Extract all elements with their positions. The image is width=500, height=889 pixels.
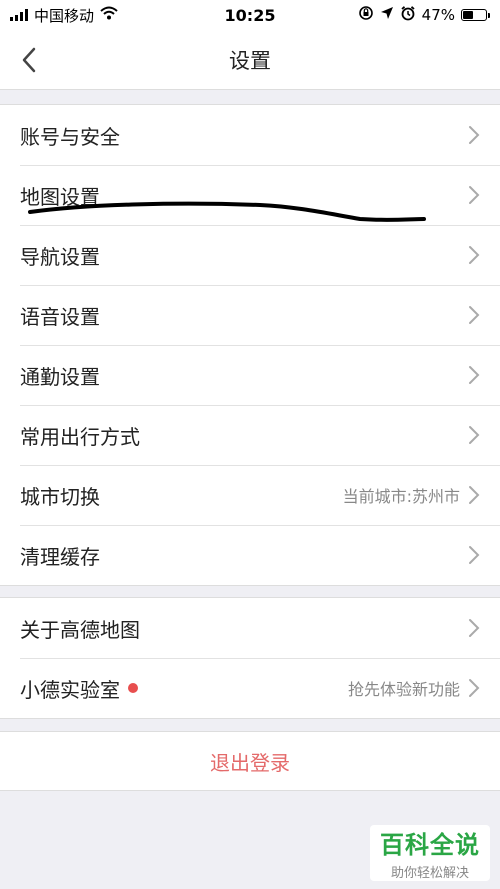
watermark-title: 百科全说 <box>380 831 480 859</box>
status-right: 47% <box>358 5 490 25</box>
status-bar: 中国移动 10:25 47% <box>0 0 500 30</box>
settings-item-travel-mode[interactable]: 常用出行方式 <box>0 405 500 465</box>
settings-item-clear-cache[interactable]: 清理缓存 <box>0 525 500 585</box>
settings-item-account-security[interactable]: 账号与安全 <box>0 105 500 165</box>
chevron-right-icon <box>468 125 482 145</box>
lab-label-wrap: 小德实验室 <box>20 674 138 703</box>
settings-item-label: 语音设置 <box>20 304 100 329</box>
logout-label: 退出登录 <box>210 750 290 775</box>
nav-bar: 设置 <box>0 30 500 90</box>
current-city-value: 当前城市:苏州市 <box>342 487 460 506</box>
settings-group-main: 账号与安全 地图设置 导航设置 语音设置 通勤设置 常用出行方式 城市切换 当前… <box>0 104 500 586</box>
settings-item-navigation[interactable]: 导航设置 <box>0 225 500 285</box>
rotation-lock-icon <box>358 5 374 25</box>
settings-item-commute[interactable]: 通勤设置 <box>0 345 500 405</box>
lab-hint-value: 抢先体验新功能 <box>347 680 460 699</box>
wifi-icon <box>100 6 118 24</box>
settings-item-label: 账号与安全 <box>20 124 120 149</box>
settings-item-lab[interactable]: 小德实验室 抢先体验新功能 <box>0 658 500 718</box>
battery-percent: 47% <box>421 6 455 24</box>
location-icon <box>380 6 394 24</box>
chevron-right-icon <box>468 365 482 385</box>
settings-item-label: 关于高德地图 <box>20 617 140 642</box>
chevron-right-icon <box>468 545 482 565</box>
new-badge-dot <box>128 683 138 693</box>
watermark-subtitle: 助你轻松解决 <box>390 866 469 881</box>
watermark-logo: 百科全说 助你轻松解决 <box>370 825 490 881</box>
settings-item-voice[interactable]: 语音设置 <box>0 285 500 345</box>
chevron-right-icon <box>468 185 482 205</box>
chevron-right-icon <box>468 618 482 638</box>
chevron-left-icon <box>22 47 36 73</box>
chevron-right-icon <box>468 425 482 445</box>
settings-item-label: 清理缓存 <box>20 544 100 569</box>
status-left: 中国移动 <box>10 5 118 26</box>
settings-item-label: 导航设置 <box>20 244 100 269</box>
chevron-right-icon <box>468 678 482 698</box>
chevron-right-icon <box>468 485 482 505</box>
settings-item-label: 常用出行方式 <box>20 424 140 449</box>
alarm-icon <box>400 5 416 25</box>
chevron-right-icon <box>468 305 482 325</box>
settings-item-label: 小德实验室 <box>20 677 120 702</box>
signal-icon <box>10 9 28 21</box>
page-title: 设置 <box>229 48 271 73</box>
chevron-right-icon <box>468 245 482 265</box>
back-button[interactable] <box>14 44 44 76</box>
settings-item-label: 地图设置 <box>20 184 100 209</box>
carrier-label: 中国移动 <box>34 6 95 25</box>
settings-item-city-switch[interactable]: 城市切换 当前城市:苏州市 <box>0 465 500 525</box>
battery-icon <box>461 9 490 21</box>
settings-item-label: 城市切换 <box>20 484 100 509</box>
settings-group-about: 关于高德地图 小德实验室 抢先体验新功能 <box>0 597 500 719</box>
settings-item-map[interactable]: 地图设置 <box>0 165 500 225</box>
settings-item-label: 通勤设置 <box>20 364 100 389</box>
settings-item-about[interactable]: 关于高德地图 <box>0 598 500 658</box>
logout-button[interactable]: 退出登录 <box>0 731 500 791</box>
